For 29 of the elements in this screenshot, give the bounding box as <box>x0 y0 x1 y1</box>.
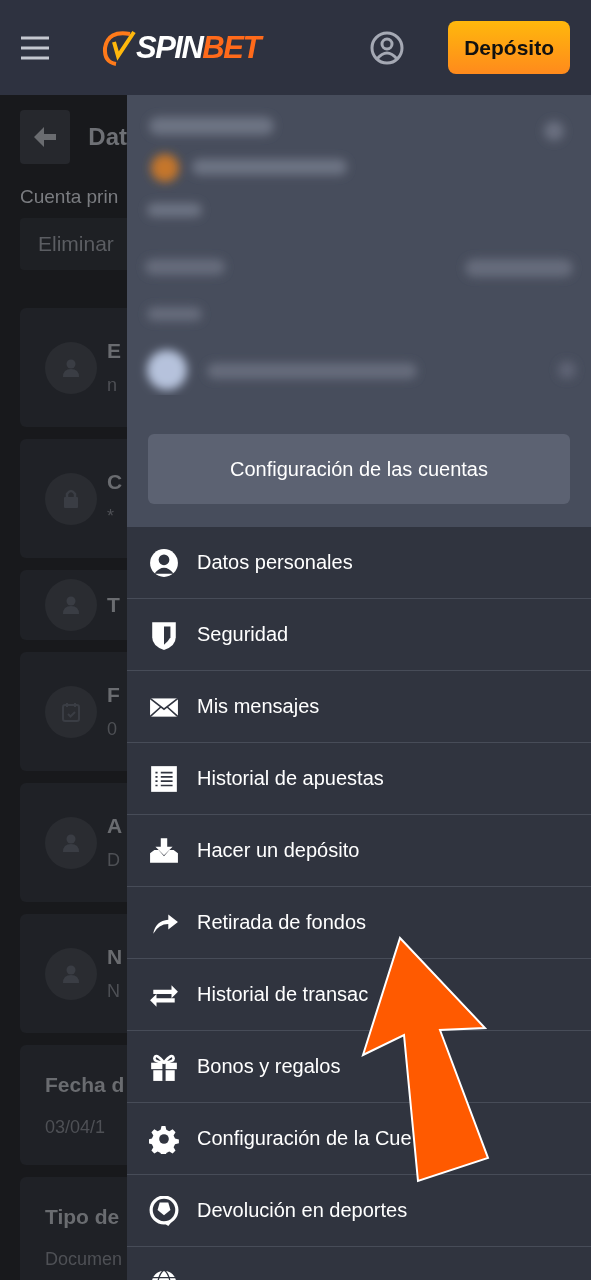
menu-item-icon <box>149 547 179 578</box>
field-icon <box>45 579 97 631</box>
user-icon[interactable] <box>370 30 405 65</box>
card-title: C <box>107 470 123 494</box>
menu-icon[interactable] <box>20 35 50 60</box>
account-label: Cuenta prin <box>20 186 120 208</box>
menu-item-icon <box>149 1195 179 1226</box>
card-title: N <box>107 945 123 969</box>
menu-item-icon <box>149 619 179 650</box>
card-value: * <box>107 506 115 527</box>
menu-item[interactable]: Seguridad <box>127 599 591 671</box>
card-title: F <box>107 683 120 707</box>
back-arrow-icon <box>33 126 58 148</box>
card-title: A <box>107 814 123 838</box>
page-title: Dat <box>88 123 127 151</box>
menu-item-icon <box>149 835 179 866</box>
deposit-button[interactable]: Depósito <box>448 21 570 74</box>
menu-item[interactable]: Hacer un depósito <box>127 815 591 887</box>
back-button[interactable] <box>20 110 71 164</box>
menu-item-icon <box>149 763 179 794</box>
card-title: Tipo de <box>45 1204 120 1229</box>
menu-item[interactable]: Datos personales <box>127 527 591 599</box>
account-settings-button[interactable]: Configuración de las cuentas <box>148 434 570 504</box>
menu-item[interactable]: Mis mensajes <box>127 671 591 743</box>
menu-item-icon <box>149 1123 179 1154</box>
card-title: T <box>107 593 120 617</box>
card-title: Fecha d <box>45 1072 125 1097</box>
card-title: E <box>107 339 121 363</box>
menu-item[interactable]: Historial de apuestas <box>127 743 591 815</box>
